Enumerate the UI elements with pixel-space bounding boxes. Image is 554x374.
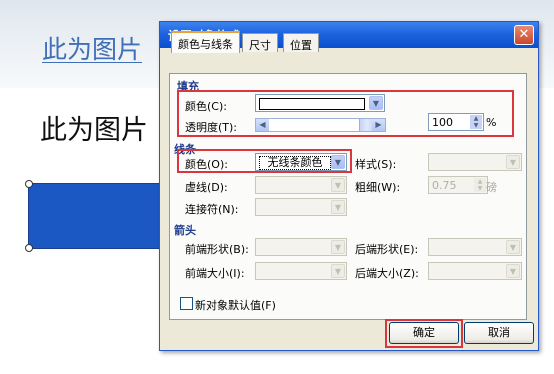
line-style-dropdown[interactable]: ▼ xyxy=(428,153,522,171)
chevron-down-icon: ▼ xyxy=(331,240,345,254)
begin-size-label: 前端大小(I): xyxy=(185,267,245,280)
default-checkbox-label: 新对象默认值(F) xyxy=(195,299,276,312)
spin-down-icon[interactable]: ▼ xyxy=(474,185,486,192)
end-style-dropdown[interactable]: ▼ xyxy=(428,238,522,256)
begin-style-dropdown[interactable]: ▼ xyxy=(255,238,347,256)
end-size-dropdown[interactable]: ▼ xyxy=(428,262,522,280)
tab-size[interactable]: 尺寸 xyxy=(242,33,278,52)
selected-rectangle-shape[interactable] xyxy=(28,183,170,249)
chevron-down-icon: ▼ xyxy=(506,155,520,169)
ok-highlight-box xyxy=(385,319,463,348)
weight-input[interactable]: 0.75 ▲ ▼ xyxy=(428,176,488,194)
fill-highlight-box xyxy=(177,90,514,137)
chevron-down-icon: ▼ xyxy=(331,264,345,278)
weight-value: 0.75 xyxy=(432,179,457,192)
arrows-section-label: 箭头 xyxy=(174,224,196,237)
slide-body-text[interactable]: 此为图片 xyxy=(40,108,148,147)
chevron-down-icon: ▼ xyxy=(506,240,520,254)
line-style-label: 样式(S): xyxy=(355,158,397,171)
resize-handle[interactable] xyxy=(25,244,33,252)
dashed-label: 虚线(D): xyxy=(185,181,228,194)
slide-title[interactable]: 此为图片 xyxy=(42,30,142,66)
chevron-down-icon: ▼ xyxy=(331,178,345,192)
dashed-dropdown[interactable]: ▼ xyxy=(255,176,347,194)
weight-label: 粗细(W): xyxy=(355,181,401,194)
end-style-label: 后端形状(E): xyxy=(355,243,419,256)
resize-handle[interactable] xyxy=(25,180,33,188)
chevron-down-icon: ▼ xyxy=(331,200,345,214)
spin-up-icon[interactable]: ▲ xyxy=(474,178,486,185)
close-icon: ✕ xyxy=(518,27,530,42)
cancel-button[interactable]: 取消 xyxy=(464,322,534,344)
connector-dropdown[interactable]: ▼ xyxy=(255,198,347,216)
connector-label: 连接符(N): xyxy=(185,203,239,216)
chevron-down-icon: ▼ xyxy=(506,264,520,278)
begin-style-label: 前端形状(B): xyxy=(185,243,249,256)
tab-position[interactable]: 位置 xyxy=(283,33,319,52)
tab-color-lines[interactable]: 颜色与线条 xyxy=(171,31,240,53)
weight-unit: 磅 xyxy=(486,181,497,194)
begin-size-dropdown[interactable]: ▼ xyxy=(255,262,347,280)
default-checkbox[interactable] xyxy=(180,297,193,310)
end-size-label: 后端大小(Z): xyxy=(355,267,419,280)
close-button[interactable]: ✕ xyxy=(514,25,534,45)
line-color-highlight-box xyxy=(177,149,352,173)
